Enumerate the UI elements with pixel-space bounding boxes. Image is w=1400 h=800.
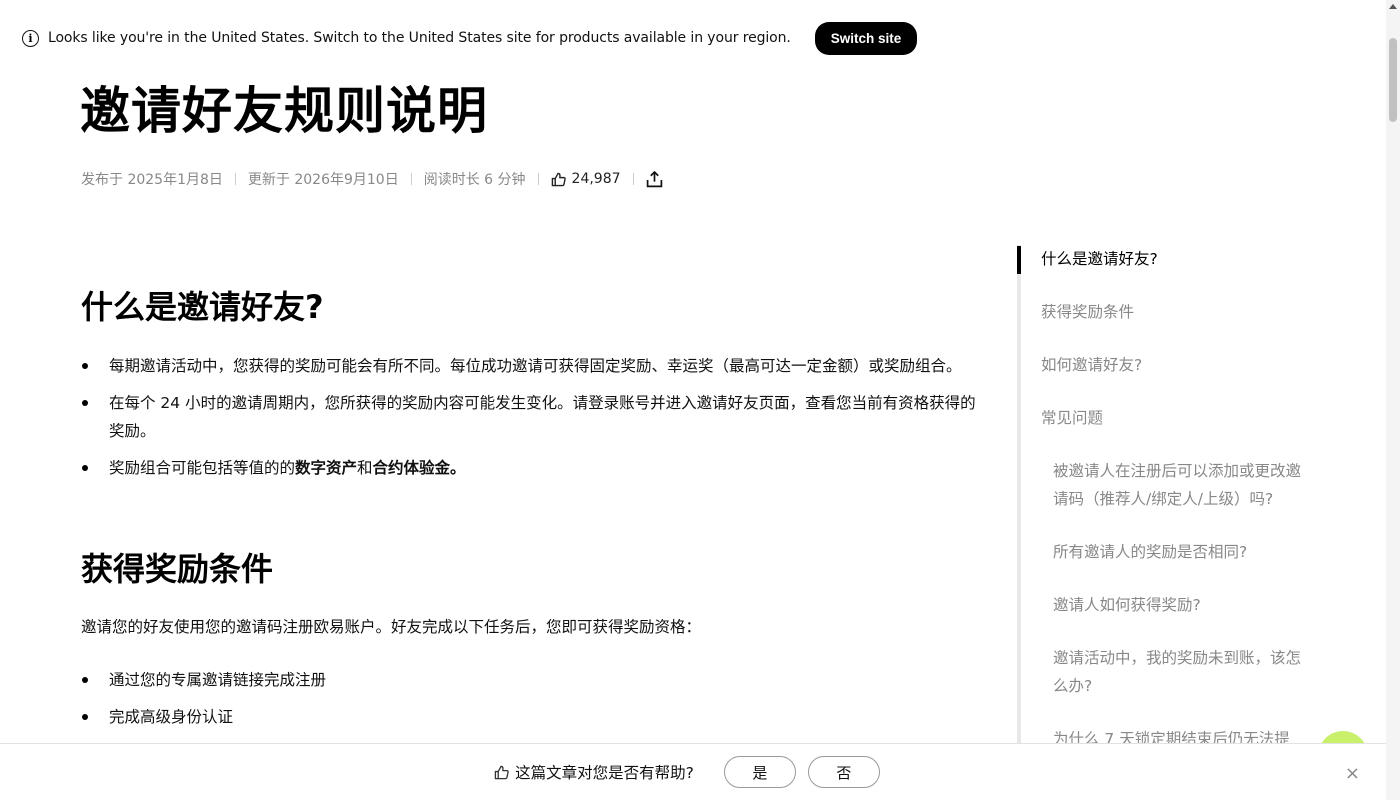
share-icon — [646, 170, 662, 187]
scroll-up-arrow-icon[interactable] — [1389, 4, 1397, 9]
toc-item-faq[interactable]: 常见问题 — [1041, 404, 1103, 432]
info-icon: i — [22, 29, 39, 47]
page-title: 邀请好友规则说明 — [80, 82, 488, 140]
share-button[interactable] — [646, 170, 663, 188]
section-heading: 获得奖励条件 — [81, 550, 274, 588]
feedback-question: 这篇文章对您是否有帮助? — [494, 761, 694, 783]
page-scrollbar[interactable] — [1386, 0, 1400, 800]
updated-date: 更新于 2026年9月10日 — [247, 172, 399, 188]
thumbs-up-icon — [494, 765, 509, 779]
list-item: 在每个 24 小时的邀请周期内，您所获得的奖励内容可能发生变化。请登录账号并进入… — [81, 389, 991, 445]
read-time: 阅读时长 6 分钟 — [423, 172, 526, 188]
feedback-no-button[interactable]: 否 — [807, 756, 880, 788]
region-banner: i Looks like you're in the United States… — [0, 0, 1386, 76]
toc-subitem-same-reward[interactable]: 所有邀请人的奖励是否相同? — [1053, 538, 1313, 566]
scrollbar-thumb[interactable] — [1389, 38, 1397, 122]
like-button[interactable]: 24,987 — [551, 171, 621, 187]
toc-subitem-change-invite-code[interactable]: 被邀请人在注册后可以添加或更改邀请码（推荐人/绑定人/上级）吗? — [1053, 457, 1313, 513]
list-item: 每期邀请活动中，您获得的奖励可能会有所不同。每位成功邀请可获得固定奖励、幸运奖（… — [81, 352, 991, 380]
bullet-list: 通过您的专属邀请链接完成注册 完成高级身份认证 — [81, 666, 991, 740]
bold-text: 数字资产 — [295, 459, 358, 477]
switch-site-button[interactable]: Switch site — [814, 21, 918, 55]
toc-item-reward-conditions[interactable]: 获得奖励条件 — [1041, 298, 1134, 326]
table-of-contents: 什么是邀请好友? 获得奖励条件 如何邀请好友? 常见问题 被邀请人在注册后可以添… — [1017, 245, 1317, 748]
bullet-list: 每期邀请活动中，您获得的奖励可能会有所不同。每位成功邀请可获得固定奖励、幸运奖（… — [81, 352, 991, 491]
toc-subitem-reward-not-received[interactable]: 邀请活动中，我的奖励未到账，该怎么办? — [1053, 644, 1313, 700]
close-icon[interactable]: × — [1345, 763, 1360, 784]
toc-item-how-to-invite[interactable]: 如何邀请好友? — [1041, 351, 1142, 379]
meta-divider — [632, 173, 634, 185]
list-item: 奖励组合可能包括等值的的数字资产和合约体验金。 — [81, 454, 991, 482]
published-date: 发布于 2025年1月8日 — [81, 172, 223, 188]
bold-text: 合约体验金。 — [372, 459, 466, 477]
toc-item-what-is-invite[interactable]: 什么是邀请好友? — [1041, 245, 1158, 273]
feedback-bar: 这篇文章对您是否有帮助? 是 否 × — [0, 743, 1386, 800]
list-item: 完成高级身份认证 — [81, 703, 991, 731]
list-item-text: 奖励组合可能包括等值的的 — [109, 459, 296, 477]
list-item: 通过您的专属邀请链接完成注册 — [81, 666, 991, 694]
toc-active-indicator — [1017, 246, 1021, 274]
article-meta: 发布于 2025年1月8日 更新于 2026年9月10日 阅读时长 6 分钟 2… — [81, 168, 663, 190]
meta-divider — [537, 173, 539, 185]
toc-subitem-how-get-reward[interactable]: 邀请人如何获得奖励? — [1053, 591, 1313, 619]
meta-divider — [410, 173, 412, 185]
meta-divider — [234, 173, 236, 185]
thumbs-up-icon — [551, 172, 566, 186]
feedback-question-text: 这篇文章对您是否有帮助? — [515, 764, 694, 782]
list-item-text: 和 — [357, 459, 373, 477]
region-message: Looks like you're in the United States. … — [48, 30, 791, 46]
like-count: 24,987 — [571, 171, 621, 187]
section-heading: 什么是邀请好友? — [81, 288, 324, 326]
feedback-yes-button[interactable]: 是 — [723, 756, 796, 788]
section-paragraph: 邀请您的好友使用您的邀请码注册欧易账户。好友完成以下任务后，您即可获得奖励资格： — [81, 618, 702, 636]
